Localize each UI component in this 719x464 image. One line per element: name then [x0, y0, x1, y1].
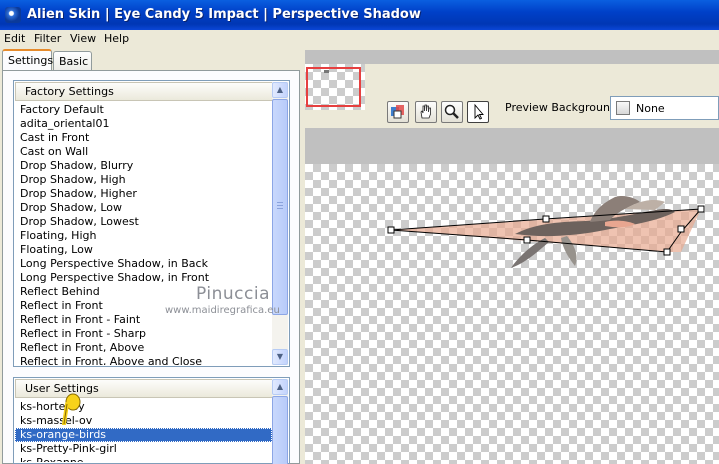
hand-icon[interactable]	[415, 101, 437, 123]
hand-cursor-icon	[62, 393, 81, 425]
window-title: Alien Skin | Eye Candy 5 Impact | Perspe…	[27, 7, 421, 22]
menu-help[interactable]: Help	[104, 32, 129, 45]
list-item[interactable]: Drop Shadow, High	[15, 173, 272, 187]
scroll-thumb[interactable]	[272, 99, 288, 315]
list-item[interactable]: ks-orange-birds	[15, 428, 272, 442]
menu-view[interactable]: View	[70, 32, 96, 45]
scroll-thumb[interactable]	[272, 396, 288, 464]
list-item[interactable]: Drop Shadow, Blurry	[15, 159, 272, 173]
tab-basic[interactable]: Basic	[53, 51, 92, 71]
list-item[interactable]: Drop Shadow, Higher	[15, 187, 272, 201]
list-item[interactable]: ks-Pretty-Pink-girl	[15, 442, 272, 456]
list-item[interactable]: Reflect in Front - Sharp	[15, 327, 272, 341]
preview-gray-band	[305, 128, 719, 164]
preview-background-value: None	[636, 102, 665, 115]
user-settings-list[interactable]: User Settings ks-hortensy ks-massel-ov ks-…	[13, 377, 290, 464]
list-item[interactable]: Drop Shadow, Low	[15, 201, 272, 215]
list-item[interactable]: Factory Default	[15, 103, 272, 117]
title-bar: Alien Skin | Eye Candy 5 Impact | Perspe…	[0, 0, 719, 30]
list-item[interactable]: Reflect in Front, Above	[15, 341, 272, 355]
watermark-title: Pinuccia	[196, 284, 270, 304]
menu-filter[interactable]: Filter	[34, 32, 61, 45]
list-item[interactable]: Cast on Wall	[15, 145, 272, 159]
list-item[interactable]: Reflect in Front, Above and Close	[15, 355, 272, 365]
scroll-up-icon[interactable]: ▲	[272, 82, 288, 98]
preview-toggle-icon[interactable]	[387, 101, 409, 123]
scroll-down-icon[interactable]: ▼	[272, 349, 288, 365]
user-settings-items: ks-hortensy ks-massel-ov ks-orange-birds ks…	[15, 400, 272, 462]
watermark-url: www.maidiregrafica.eu	[165, 305, 280, 316]
navigator-frame[interactable]	[306, 67, 361, 107]
preview-background-label: Preview Background:	[505, 101, 621, 114]
list-item[interactable]: Drop Shadow, Lowest	[15, 215, 272, 229]
list-item[interactable]: Floating, Low	[15, 243, 272, 257]
menu-edit[interactable]: Edit	[4, 32, 25, 45]
scroll-up-icon[interactable]: ▲	[272, 379, 288, 395]
app-icon	[5, 7, 21, 23]
list-item[interactable]: ks-Roxanne	[15, 456, 272, 462]
background-swatch	[616, 101, 630, 115]
user-settings-header: User Settings	[15, 379, 288, 398]
preview-background-select[interactable]: None	[610, 96, 719, 120]
list-item[interactable]: Long Perspective Shadow, in Back	[15, 257, 272, 271]
list-item[interactable]: Cast in Front	[15, 131, 272, 145]
pointer-icon[interactable]	[467, 101, 489, 123]
list-item[interactable]: ks-hortensy	[15, 400, 272, 414]
menu-bar: Edit Filter View Help	[0, 30, 719, 49]
list-item[interactable]: Long Perspective Shadow, in Front	[15, 271, 272, 285]
factory-settings-header: Factory Settings	[15, 82, 288, 101]
list-item[interactable]: adita_oriental01	[15, 117, 272, 131]
factory-settings-list[interactable]: Factory Settings Factory Default adita_or…	[13, 80, 290, 367]
perspective-shadow-preview	[387, 195, 705, 268]
tab-settings[interactable]: Settings	[2, 49, 53, 71]
user-scrollbar[interactable]: ▲	[272, 379, 288, 464]
list-item[interactable]: Floating, High	[15, 229, 272, 243]
list-item[interactable]: ks-massel-ov	[15, 414, 272, 428]
zoom-icon[interactable]	[441, 101, 463, 123]
navigator-object	[324, 70, 329, 73]
navigator-strip	[305, 50, 719, 64]
factory-scrollbar[interactable]: ▲ ▼	[272, 82, 288, 365]
factory-settings-items: Factory Default adita_oriental01 Cast in F…	[15, 103, 272, 365]
preview-canvas[interactable]	[305, 164, 719, 464]
